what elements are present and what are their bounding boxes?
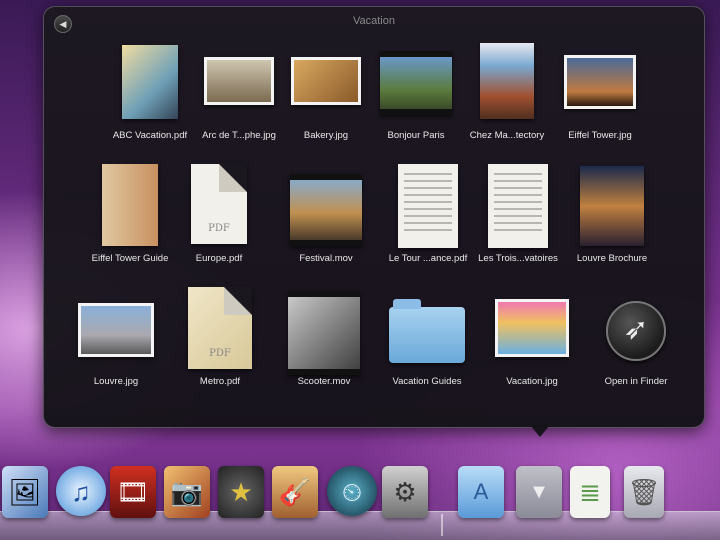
stack-item[interactable]: Festival.mov <box>276 160 376 280</box>
photo-thumbnail <box>204 57 274 105</box>
item-label: Eiffel Tower.jpg <box>568 130 632 141</box>
movie-thumbnail <box>290 174 362 246</box>
preview-icon[interactable]: 🖼 <box>2 466 48 518</box>
pdf-thumbnail: PDF <box>188 287 252 369</box>
item-label: Vacation Guides <box>392 376 462 387</box>
iphoto-icon[interactable]: 📷 <box>164 466 210 518</box>
book-thumbnail <box>122 45 178 119</box>
dock: 🖼 ♫ 🎞 📷 ★ 🎸 ⏲ ⚙ A ▼ ≣ 🗑 <box>0 452 720 540</box>
pdf-mark: PDF <box>208 223 230 234</box>
stack-item[interactable]: Vacation Guides <box>377 283 477 403</box>
stack-item[interactable]: Chez Ma...tectory <box>457 37 557 157</box>
photo-booth-icon[interactable]: 🎞 <box>110 466 156 518</box>
stack-item[interactable]: PDF Metro.pdf <box>170 283 270 403</box>
stack-item[interactable]: Les Trois...vatoires <box>468 160 568 280</box>
document-thumbnail <box>488 164 548 248</box>
stack-item[interactable]: Scooter.mov <box>274 283 374 403</box>
garageband-icon[interactable]: 🎸 <box>272 466 318 518</box>
folder-icon <box>389 299 465 363</box>
stack-pointer <box>530 425 550 437</box>
stack-item[interactable]: Eiffel Tower.jpg <box>550 37 650 157</box>
item-label: Festival.mov <box>299 253 353 264</box>
stack-item[interactable]: Vacation.jpg <box>482 283 582 403</box>
item-label: Open in Finder <box>604 376 668 387</box>
documents-stack-icon[interactable]: ≣ <box>570 466 610 518</box>
photo-thumbnail <box>291 57 361 105</box>
movie-thumbnail <box>288 291 360 375</box>
item-label: Louvre Brochure <box>576 253 648 264</box>
open-in-finder-item[interactable]: ➶ Open in Finder <box>586 283 686 403</box>
pdf-mark: PDF <box>209 348 231 359</box>
photo-thumbnail <box>78 303 154 357</box>
pdf-thumbnail: PDF <box>191 164 247 244</box>
itunes-icon[interactable]: ♫ <box>56 466 106 516</box>
downloads-stack-icon[interactable]: ▼ <box>516 466 562 518</box>
movie-thumbnail <box>380 51 452 115</box>
stack-title: Vacation <box>353 15 395 27</box>
photo-thumbnail <box>564 55 636 109</box>
dock-shelf <box>0 511 720 540</box>
time-machine-icon[interactable]: ⏲ <box>327 466 377 516</box>
item-label: Vacation.jpg <box>506 376 558 387</box>
document-thumbnail <box>398 164 458 248</box>
item-label: Metro.pdf <box>199 376 241 387</box>
brochure-thumbnail <box>580 166 644 246</box>
book-thumbnail <box>102 164 158 246</box>
stack-item[interactable]: Louvre Brochure <box>562 160 662 280</box>
item-label: Louvre.jpg <box>93 376 139 387</box>
stack-item[interactable]: Louvre.jpg <box>66 283 166 403</box>
stack-item[interactable]: PDF Europe.pdf <box>169 160 269 280</box>
applications-folder-icon[interactable]: A <box>458 466 504 518</box>
book-thumbnail <box>480 43 534 119</box>
stack-popup: ◀ Vacation ABC Vacation.pdf Arc de T...p… <box>43 6 705 428</box>
imovie-icon[interactable]: ★ <box>218 466 264 518</box>
item-label: Europe.pdf <box>195 253 243 264</box>
photo-thumbnail <box>495 299 569 357</box>
trash-icon[interactable]: 🗑 <box>624 466 664 518</box>
open-in-finder-icon: ➶ <box>606 301 666 361</box>
dock-separator <box>441 514 451 536</box>
system-preferences-icon[interactable]: ⚙ <box>382 466 428 518</box>
item-label: Scooter.mov <box>297 376 351 387</box>
